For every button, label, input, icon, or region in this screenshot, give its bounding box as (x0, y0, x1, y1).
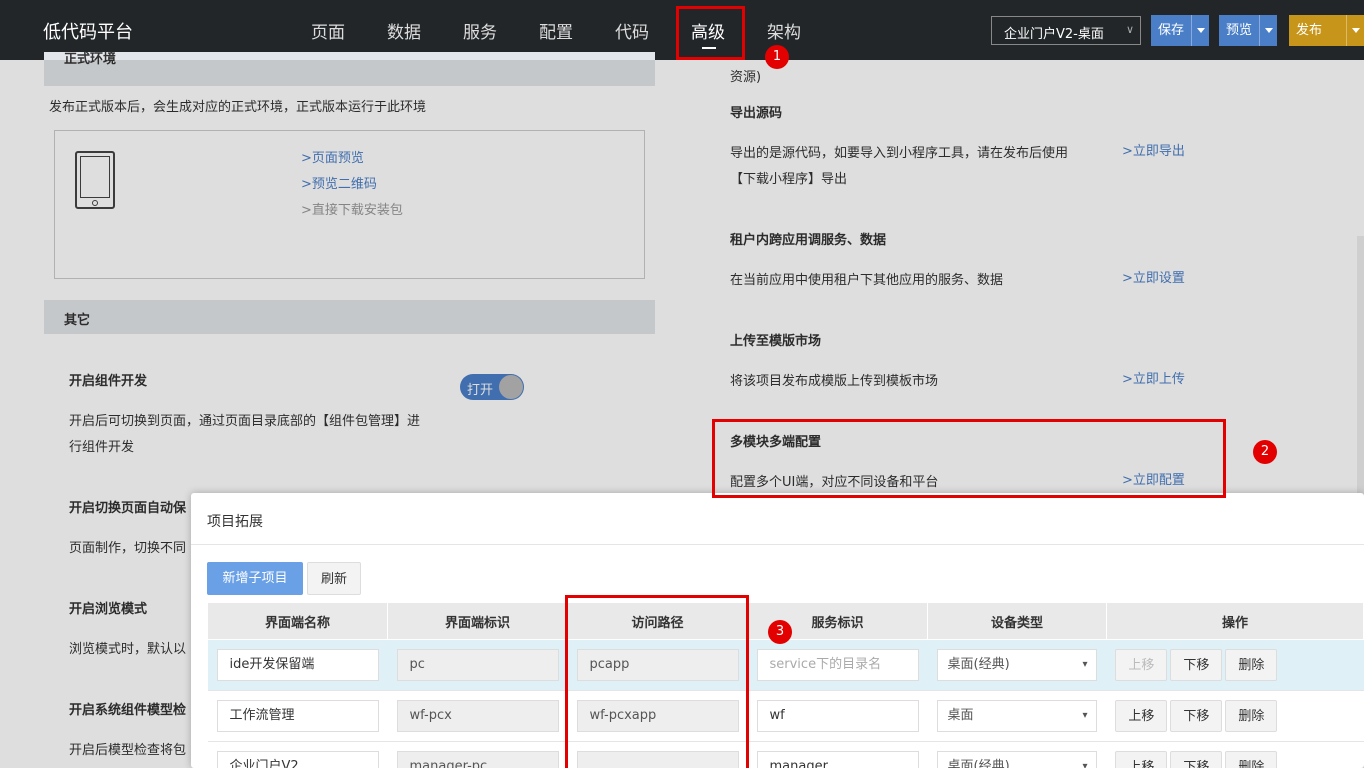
chevron-down-icon: ▾ (1082, 659, 1088, 670)
name-input[interactable]: ide开发保留端 (216, 649, 379, 681)
move-down-button[interactable]: 下移 (1170, 649, 1223, 681)
delete-button[interactable]: 删除 (1225, 751, 1278, 768)
device-select[interactable]: 桌面(经典) ▾ (936, 751, 1097, 768)
nav-item-data[interactable]: 数据 (387, 18, 421, 43)
dialog-divider (191, 544, 1364, 545)
publish-button-label: 发布 (1296, 23, 1323, 38)
col-header-name: 界面端名称 (207, 602, 388, 640)
move-down-button[interactable]: 下移 (1170, 751, 1223, 768)
publish-button[interactable]: 发布 (1289, 15, 1364, 46)
highlight-access-path-column (565, 595, 749, 768)
col-header-id: 界面端标识 (387, 602, 568, 640)
service-input[interactable]: wf (756, 700, 919, 732)
name-input[interactable]: 企业门户V2 (216, 751, 379, 768)
environment-select-value: 企业门户V2-桌面 (1004, 27, 1104, 42)
preview-button[interactable]: 预览 (1219, 15, 1277, 46)
id-input: manager-pc (396, 751, 559, 768)
service-input[interactable]: service下的目录名 (756, 649, 919, 681)
nav-item-pages[interactable]: 页面 (311, 18, 345, 43)
save-dropdown-icon[interactable] (1191, 15, 1209, 46)
chevron-down-icon: ▾ (1082, 761, 1088, 768)
table-row[interactable]: 企业门户V2 manager-pc manager 桌面(经典) ▾ 上移 下移 删除 (207, 741, 1364, 768)
table-row[interactable]: ide开发保留端 pc pcapp service下的目录名 桌面(经典) ▾ 上… (207, 639, 1364, 691)
col-header-device: 设备类型 (927, 602, 1107, 640)
device-select-value: 桌面(经典) (947, 657, 1010, 672)
delete-button[interactable]: 删除 (1225, 700, 1278, 732)
device-select[interactable]: 桌面(经典) ▾ (936, 649, 1097, 681)
dialog-title: 项目拓展 (207, 514, 263, 530)
preview-dropdown-icon[interactable] (1259, 15, 1277, 46)
nav-item-services[interactable]: 服务 (463, 18, 497, 43)
refresh-button[interactable]: 刷新 (307, 562, 361, 595)
annotation-badge-3: 3 (768, 620, 792, 644)
service-input[interactable]: manager (756, 751, 919, 768)
brand-logo: 低代码平台 (43, 22, 133, 43)
move-down-button[interactable]: 下移 (1170, 700, 1223, 732)
highlight-advanced-tab (676, 6, 745, 60)
chevron-down-icon: ▾ (1082, 710, 1088, 721)
nav-item-config[interactable]: 配置 (539, 18, 573, 43)
preview-button-label: 预览 (1226, 23, 1253, 38)
page-scrollbar[interactable] (1357, 236, 1364, 496)
device-select-value: 桌面 (947, 708, 974, 723)
chevron-down-icon: ∨ (1125, 23, 1134, 36)
id-input: pc (396, 649, 559, 681)
annotation-badge-1: 1 (765, 45, 789, 69)
move-up-button[interactable]: 上移 (1115, 751, 1168, 768)
nav-item-code[interactable]: 代码 (615, 18, 649, 43)
nav-item-architecture[interactable]: 架构 (767, 18, 801, 43)
name-input[interactable]: 工作流管理 (216, 700, 379, 732)
save-button-label: 保存 (1158, 23, 1185, 38)
device-select[interactable]: 桌面 ▾ (936, 700, 1097, 732)
move-up-button[interactable]: 上移 (1115, 649, 1168, 681)
id-input: wf-pcx (396, 700, 559, 732)
environment-select[interactable]: 企业门户V2-桌面 ∨ (991, 16, 1141, 45)
device-select-value: 桌面(经典) (947, 759, 1010, 768)
col-header-actions: 操作 (1105, 602, 1364, 640)
add-subproject-button[interactable]: 新增子项目 (207, 562, 303, 595)
highlight-multi-module (712, 419, 1226, 498)
delete-button[interactable]: 删除 (1225, 649, 1278, 681)
move-up-button[interactable]: 上移 (1115, 700, 1168, 732)
table-row[interactable]: 工作流管理 wf-pcx wf-pcxapp wf 桌面 ▾ 上移 下移 删除 (207, 690, 1364, 742)
annotation-badge-2: 2 (1253, 440, 1277, 464)
publish-dropdown-icon[interactable] (1346, 15, 1364, 46)
save-button[interactable]: 保存 (1151, 15, 1209, 46)
